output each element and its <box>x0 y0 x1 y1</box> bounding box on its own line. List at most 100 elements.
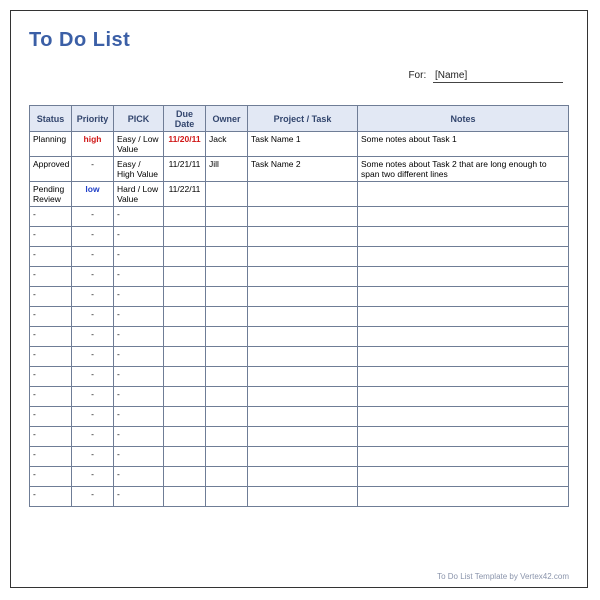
for-line: For: [Name] <box>29 70 569 83</box>
cell-status: - <box>30 407 72 427</box>
table-row: --- <box>30 227 569 247</box>
col-pick: PICK <box>114 106 164 132</box>
cell-due <box>164 347 206 367</box>
document-sheet: To Do List For: [Name] Status Priority P… <box>10 10 588 588</box>
table-row: --- <box>30 207 569 227</box>
cell-priority: high <box>72 132 114 157</box>
cell-pick: - <box>114 407 164 427</box>
cell-owner: Jill <box>206 157 248 182</box>
cell-notes <box>358 307 569 327</box>
todo-table: Status Priority PICK Due Date Owner Proj… <box>29 105 569 507</box>
cell-task <box>248 367 358 387</box>
cell-status: - <box>30 227 72 247</box>
cell-task <box>248 487 358 507</box>
table-row: --- <box>30 367 569 387</box>
table-row: --- <box>30 287 569 307</box>
table-row: --- <box>30 447 569 467</box>
cell-status: - <box>30 247 72 267</box>
cell-status: - <box>30 347 72 367</box>
cell-priority: - <box>72 427 114 447</box>
cell-due <box>164 207 206 227</box>
cell-task <box>248 307 358 327</box>
cell-pick: - <box>114 447 164 467</box>
cell-due <box>164 447 206 467</box>
cell-task <box>248 182 358 207</box>
cell-status: - <box>30 267 72 287</box>
for-label: For: <box>408 70 426 81</box>
cell-notes <box>358 327 569 347</box>
cell-notes <box>358 182 569 207</box>
cell-task <box>248 447 358 467</box>
cell-priority: - <box>72 407 114 427</box>
cell-notes <box>358 227 569 247</box>
cell-priority: - <box>72 247 114 267</box>
cell-notes: Some notes about Task 1 <box>358 132 569 157</box>
table-row: Approved-Easy / High Value11/21/11JillTa… <box>30 157 569 182</box>
cell-owner <box>206 207 248 227</box>
cell-due <box>164 367 206 387</box>
table-row: --- <box>30 487 569 507</box>
cell-status: - <box>30 427 72 447</box>
cell-notes <box>358 367 569 387</box>
cell-priority: low <box>72 182 114 207</box>
cell-notes <box>358 347 569 367</box>
cell-due: 11/22/11 <box>164 182 206 207</box>
col-owner: Owner <box>206 106 248 132</box>
cell-notes <box>358 267 569 287</box>
cell-due <box>164 487 206 507</box>
cell-priority: - <box>72 207 114 227</box>
table-row: PlanninghighEasy / Low Value11/20/11Jack… <box>30 132 569 157</box>
cell-priority: - <box>72 447 114 467</box>
for-value: [Name] <box>433 70 563 83</box>
cell-priority: - <box>72 227 114 247</box>
cell-notes <box>358 487 569 507</box>
cell-status: - <box>30 287 72 307</box>
cell-priority: - <box>72 287 114 307</box>
cell-priority: - <box>72 327 114 347</box>
cell-owner <box>206 267 248 287</box>
table-row: --- <box>30 247 569 267</box>
cell-status: Pending Review <box>30 182 72 207</box>
cell-priority: - <box>72 347 114 367</box>
table-row: --- <box>30 267 569 287</box>
cell-owner <box>206 287 248 307</box>
cell-notes <box>358 287 569 307</box>
cell-due <box>164 247 206 267</box>
cell-owner <box>206 487 248 507</box>
col-priority: Priority <box>72 106 114 132</box>
table-row: --- <box>30 327 569 347</box>
table-row: --- <box>30 467 569 487</box>
cell-owner <box>206 427 248 447</box>
cell-owner <box>206 227 248 247</box>
cell-pick: - <box>114 307 164 327</box>
cell-pick: Easy / High Value <box>114 157 164 182</box>
cell-status: - <box>30 387 72 407</box>
cell-priority: - <box>72 157 114 182</box>
cell-owner <box>206 347 248 367</box>
cell-pick: Hard / Low Value <box>114 182 164 207</box>
cell-due <box>164 387 206 407</box>
cell-priority: - <box>72 467 114 487</box>
cell-task <box>248 267 358 287</box>
cell-due <box>164 307 206 327</box>
cell-task: Task Name 1 <box>248 132 358 157</box>
cell-owner <box>206 387 248 407</box>
table-row: --- <box>30 427 569 447</box>
cell-due <box>164 327 206 347</box>
cell-priority: - <box>72 487 114 507</box>
table-body: PlanninghighEasy / Low Value11/20/11Jack… <box>30 132 569 507</box>
cell-status: - <box>30 367 72 387</box>
cell-notes: Some notes about Task 2 that are long en… <box>358 157 569 182</box>
cell-task <box>248 387 358 407</box>
table-row: --- <box>30 407 569 427</box>
cell-notes <box>358 447 569 467</box>
cell-pick: - <box>114 247 164 267</box>
cell-priority: - <box>72 387 114 407</box>
cell-owner <box>206 307 248 327</box>
col-notes: Notes <box>358 106 569 132</box>
cell-due <box>164 467 206 487</box>
cell-pick: Easy / Low Value <box>114 132 164 157</box>
cell-status: - <box>30 327 72 347</box>
cell-task <box>248 427 358 447</box>
cell-due <box>164 407 206 427</box>
